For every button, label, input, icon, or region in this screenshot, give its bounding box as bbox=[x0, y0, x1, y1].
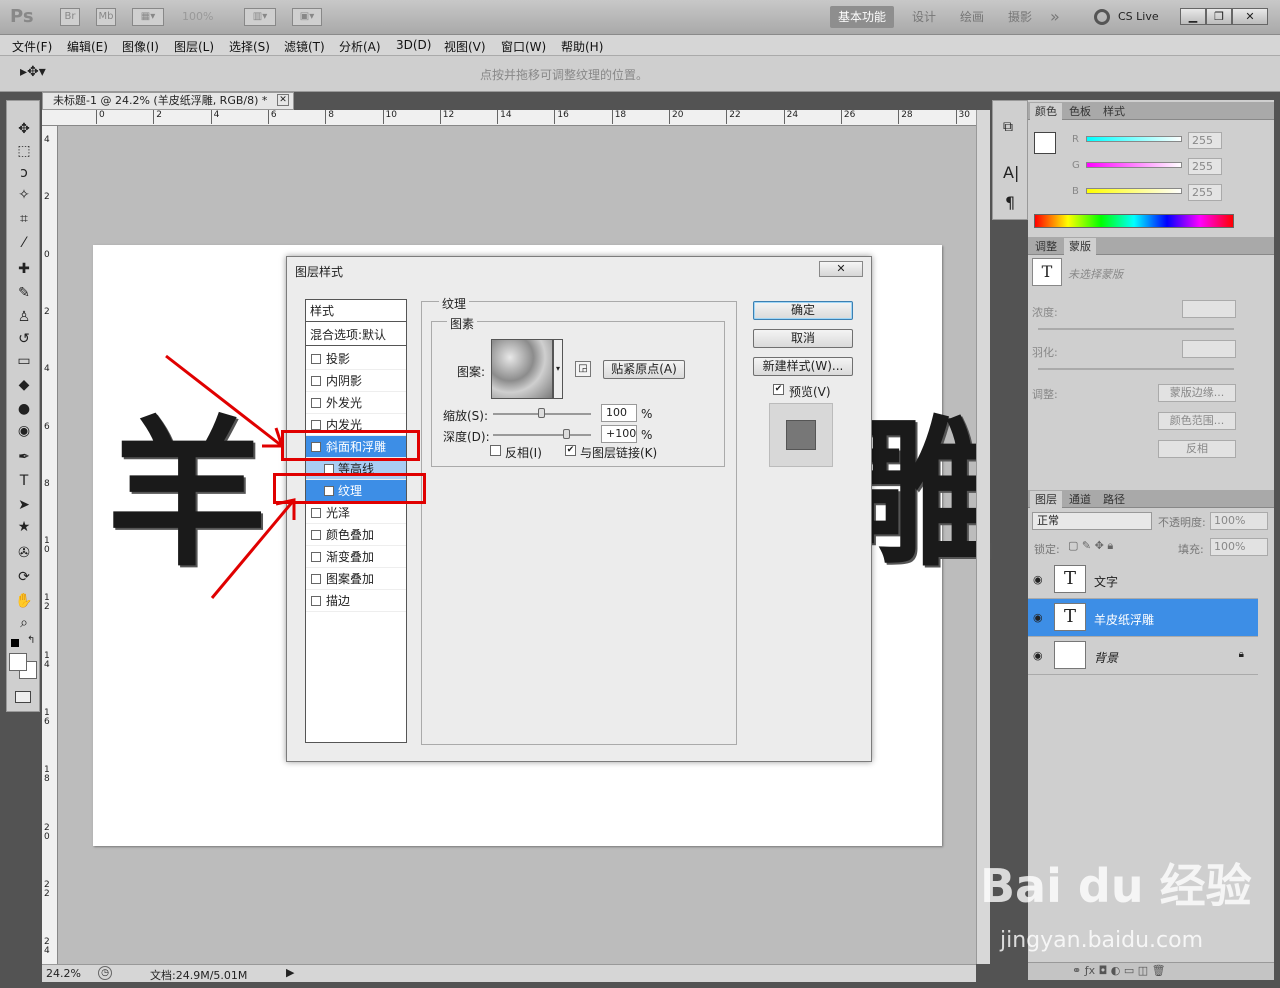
channel-value-input[interactable]: 255 bbox=[1188, 158, 1222, 175]
lock-icons[interactable]: ▢ ✎ ✥ 🔒︎ bbox=[1068, 539, 1113, 553]
blend-mode-select[interactable]: 正常 bbox=[1032, 512, 1152, 530]
channel-slider[interactable] bbox=[1086, 136, 1182, 142]
layer-name: 文字 bbox=[1094, 575, 1119, 589]
history-panel-icon[interactable]: ⧉ bbox=[1003, 119, 1013, 135]
baidu-watermark-logo: Bai du 经验 bbox=[980, 859, 1252, 913]
visibility-eye-icon[interactable]: ◉ bbox=[1033, 573, 1043, 586]
right-panels: 颜色 色板 样式 R 255 G 255 B 255 调整 蒙版 T 未选择蒙版 浓度: … bbox=[1028, 100, 1274, 980]
layer-thumbnail: T bbox=[1054, 565, 1086, 593]
color-spectrum-bar[interactable] bbox=[1034, 214, 1234, 228]
character-panel-icon[interactable]: A| bbox=[1003, 163, 1019, 182]
lock-label: 锁定: bbox=[1034, 543, 1060, 556]
layer-row[interactable]: ◉ T 文字 bbox=[1028, 561, 1258, 599]
layer-row[interactable]: ◉ 背景 🔒︎ bbox=[1028, 637, 1258, 675]
layer-thumbnail bbox=[1054, 641, 1086, 669]
panel-dock-icons: ⧉ A| ¶ bbox=[992, 100, 1028, 220]
fill-label: 填充: bbox=[1178, 543, 1204, 556]
feather-label: 羽化: bbox=[1032, 346, 1058, 359]
tab-masks[interactable]: 蒙版 bbox=[1064, 238, 1096, 255]
density-input[interactable] bbox=[1182, 300, 1236, 318]
tab-layers[interactable]: 图层 bbox=[1030, 491, 1062, 508]
layer-row[interactable]: ◉ T 羊皮纸浮雕 bbox=[1028, 599, 1258, 637]
layers-list: ◉ T 文字 ◉ T 羊皮纸浮雕 ◉ 背景 🔒︎ bbox=[1028, 561, 1258, 675]
layers-panel-footer-icons[interactable]: ⚭ ƒx ◘ ◐ ▭ ◫ 🗑︎ bbox=[1028, 962, 1274, 980]
highlight-bevel-emboss bbox=[281, 430, 420, 461]
tab-channels[interactable]: 通道 bbox=[1064, 491, 1096, 508]
mask-thumbnail-icon: T bbox=[1032, 258, 1062, 286]
channel-value-input[interactable]: 255 bbox=[1188, 132, 1222, 149]
highlight-texture bbox=[273, 473, 426, 504]
feather-slider[interactable] bbox=[1038, 368, 1234, 370]
density-slider[interactable] bbox=[1038, 328, 1234, 330]
layers-panel-tabs: 图层 通道 路径 bbox=[1028, 490, 1274, 508]
layer-thumbnail: T bbox=[1054, 603, 1086, 631]
visibility-eye-icon[interactable]: ◉ bbox=[1033, 649, 1043, 662]
layer-name: 羊皮纸浮雕 bbox=[1094, 613, 1155, 627]
tab-adjustments[interactable]: 调整 bbox=[1030, 238, 1062, 255]
channel-label: B bbox=[1072, 186, 1079, 197]
channel-slider[interactable] bbox=[1086, 188, 1182, 194]
feather-input[interactable] bbox=[1182, 340, 1236, 358]
opacity-label: 不透明度: bbox=[1158, 516, 1206, 529]
mask-edge-button[interactable]: 蒙版边缘... bbox=[1158, 384, 1236, 402]
channel-slider[interactable] bbox=[1086, 162, 1182, 168]
layer-name: 背景 bbox=[1094, 651, 1119, 665]
color-range-button[interactable]: 颜色范围... bbox=[1158, 412, 1236, 430]
tab-styles[interactable]: 样式 bbox=[1098, 103, 1130, 120]
paragraph-panel-icon[interactable]: ¶ bbox=[1005, 193, 1015, 212]
visibility-eye-icon[interactable]: ◉ bbox=[1033, 611, 1043, 624]
channel-label: G bbox=[1072, 160, 1080, 171]
masks-panel-tabs: 调整 蒙版 bbox=[1028, 237, 1274, 255]
no-mask-label: 未选择蒙版 bbox=[1068, 268, 1123, 281]
channel-label: R bbox=[1072, 134, 1079, 145]
invert-mask-button[interactable]: 反相 bbox=[1158, 440, 1236, 458]
fill-input[interactable]: 100% bbox=[1210, 538, 1268, 556]
opacity-input[interactable]: 100% bbox=[1210, 512, 1268, 530]
baidu-watermark-url: jingyan.baidu.com bbox=[1000, 928, 1204, 953]
density-label: 浓度: bbox=[1032, 306, 1058, 319]
color-panel-tabs: 颜色 色板 样式 bbox=[1028, 102, 1274, 120]
tab-swatches[interactable]: 色板 bbox=[1064, 103, 1096, 120]
tab-paths[interactable]: 路径 bbox=[1098, 491, 1130, 508]
foreground-color-preview[interactable] bbox=[1034, 132, 1056, 154]
refine-label: 调整: bbox=[1032, 388, 1058, 401]
channel-value-input[interactable]: 255 bbox=[1188, 184, 1222, 201]
layer-lock-icon: 🔒︎ bbox=[1238, 649, 1244, 660]
tab-color[interactable]: 颜色 bbox=[1030, 103, 1062, 120]
